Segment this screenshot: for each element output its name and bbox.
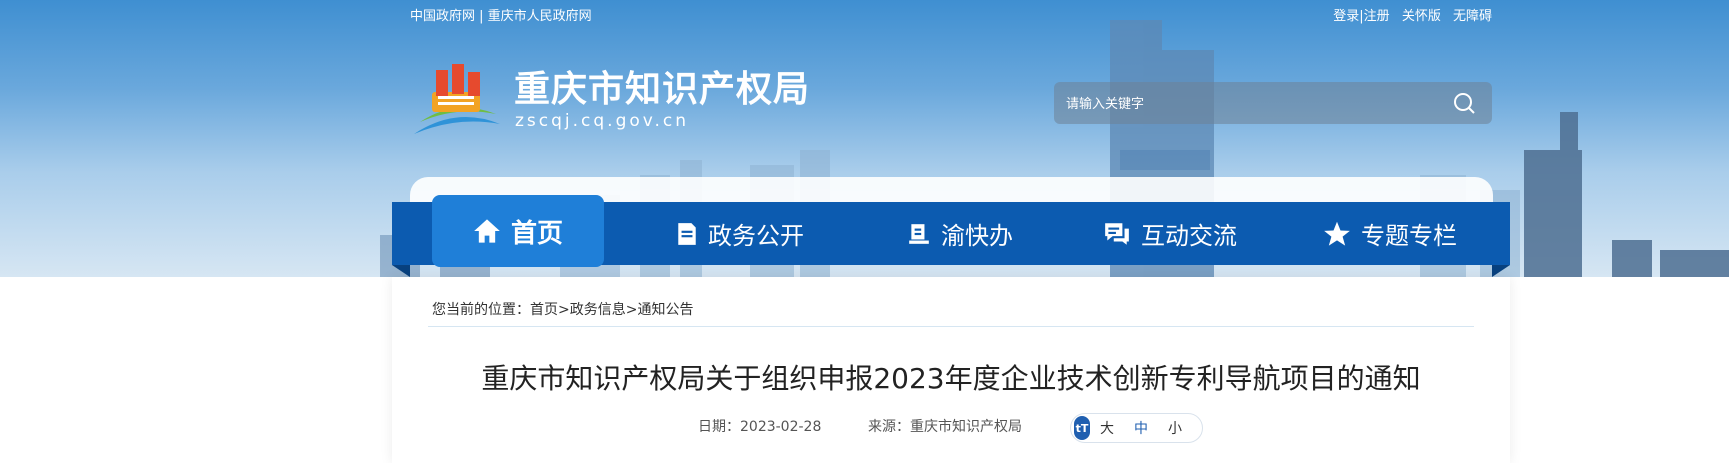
top-links-left: 中国政府网 | 重庆市人民政府网 <box>410 8 592 26</box>
nav-item-home[interactable]: 首页 <box>432 195 604 267</box>
breadcrumb-gov-info[interactable]: 政务信息 <box>570 302 626 318</box>
nav-item-yukuaiban[interactable]: 渝快办 <box>890 202 1030 265</box>
nav-fold-left <box>392 265 410 277</box>
top-links-right: 登录|注册 关怀版 无障碍 <box>1325 8 1492 26</box>
nav-item-label: 专题专栏 <box>1361 222 1457 250</box>
search-input[interactable] <box>1066 93 1436 115</box>
date-value: 2023-02-28 <box>740 419 822 435</box>
breadcrumb-separator: > <box>558 302 570 318</box>
nav-item-government-affairs[interactable]: 政务公开 <box>660 202 820 265</box>
article-source: 来源：重庆市知识产权局 <box>868 418 1022 436</box>
accessibility-link[interactable]: 无障碍 <box>1453 9 1492 24</box>
search-box <box>1054 82 1492 124</box>
service-icon <box>909 223 929 244</box>
breadcrumb-home[interactable]: 首页 <box>530 302 558 318</box>
login-register-link[interactable]: 登录|注册 <box>1333 9 1389 24</box>
nav-fold-right <box>1492 265 1510 277</box>
breadcrumb: 您当前的位置：首页>政务信息>通知公告 <box>432 301 693 319</box>
font-size-small-button[interactable]: 小 <box>1168 418 1182 438</box>
nav-item-label: 渝快办 <box>941 222 1013 250</box>
site-title[interactable]: 重庆市知识产权局 <box>514 68 810 112</box>
article-title: 重庆市知识产权局关于组织申报2023年度企业技术创新专利导航项目的通知 <box>481 362 1421 395</box>
font-size-icon: tT <box>1074 416 1090 440</box>
font-size-switcher: tT 大 中 小 <box>1070 413 1203 443</box>
chat-icon <box>1105 222 1129 245</box>
document-icon <box>678 222 696 245</box>
search-icon[interactable] <box>1452 91 1476 115</box>
cq-gov-site-link[interactable]: 重庆市人民政府网 <box>488 9 592 24</box>
care-mode-link[interactable]: 关怀版 <box>1402 9 1441 24</box>
breadcrumb-notices[interactable]: 通知公告 <box>637 302 693 318</box>
star-icon <box>1324 221 1350 246</box>
font-size-large-button[interactable]: 大 <box>1100 418 1114 438</box>
home-icon <box>474 219 500 243</box>
nav-item-interaction[interactable]: 互动交流 <box>1100 202 1240 265</box>
breadcrumb-prefix: 您当前的位置： <box>432 302 530 318</box>
site-logo-icon[interactable] <box>410 62 502 136</box>
link-separator: | <box>475 9 488 24</box>
gov-site-link[interactable]: 中国政府网 <box>410 9 475 24</box>
date-label: 日期： <box>698 419 740 435</box>
nav-item-special-topics[interactable]: 专题专栏 <box>1320 202 1460 265</box>
nav-item-label: 首页 <box>510 218 563 249</box>
source-value: 重庆市知识产权局 <box>910 419 1022 435</box>
site-domain: zscqj.cq.gov.cn <box>515 111 690 131</box>
nav-item-label: 互动交流 <box>1141 222 1237 250</box>
nav-item-label: 政务公开 <box>708 222 804 250</box>
breadcrumb-separator: > <box>625 302 638 318</box>
breadcrumb-divider <box>428 326 1474 327</box>
article-date: 日期：2023-02-28 <box>698 418 821 436</box>
source-label: 来源： <box>868 419 910 435</box>
font-size-medium-button[interactable]: 中 <box>1134 418 1148 438</box>
